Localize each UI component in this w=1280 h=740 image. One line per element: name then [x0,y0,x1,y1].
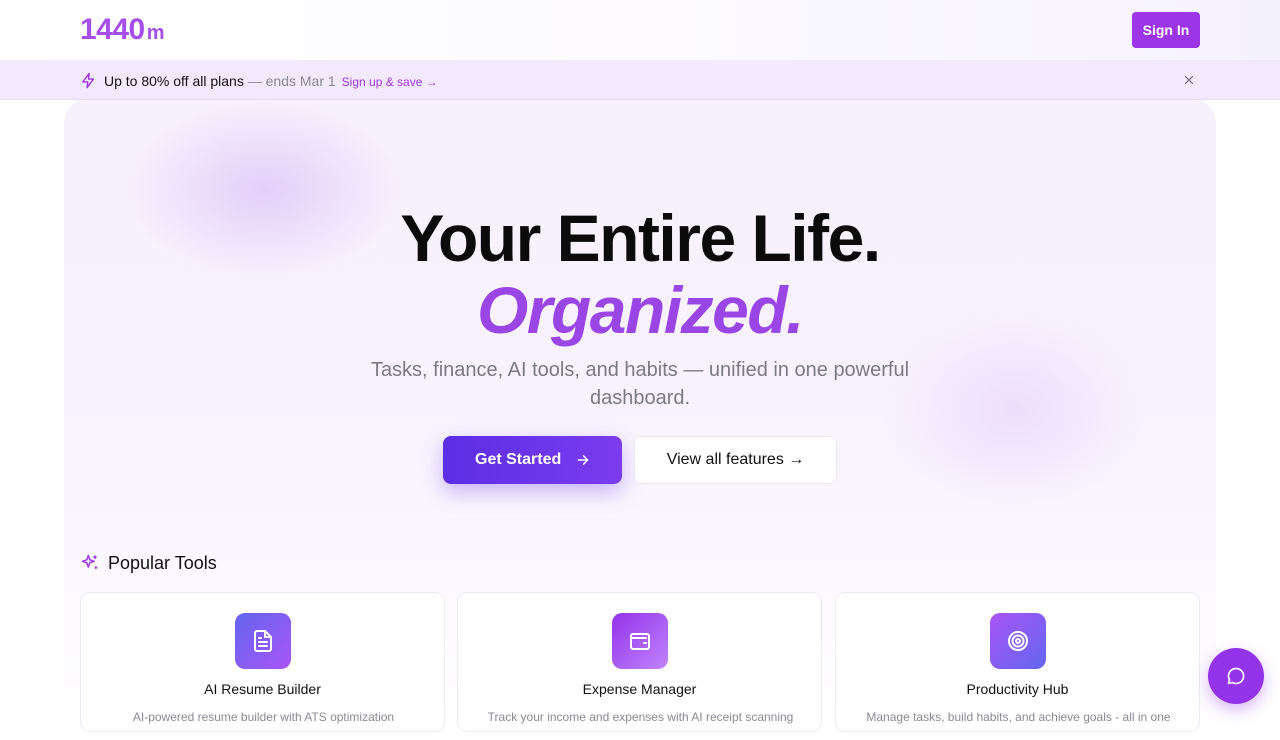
hero-subtitle: Tasks, finance, AI tools, and habits — u… [370,359,910,409]
promo-text: Up to 80% off all plans — ends Mar 1 Sign… [104,72,438,91]
arrow-right-icon [577,455,589,465]
logo-suffix: m [146,22,165,44]
chat-button[interactable] [1208,648,1264,704]
sign-in-button[interactable]: Sign In [1132,12,1200,48]
promo-muted-text: — ends Mar 1 [243,73,336,89]
top-navbar: 1440 m Sign In [0,0,1280,61]
hero-title: Your Entire Life. [400,201,881,275]
tool-card-description: Track your income and expenses with AI r… [487,710,794,724]
document-icon [235,613,291,669]
hero-title-accent: Organized. [476,273,805,347]
promo-signup-link[interactable]: Sign up & save → [342,75,438,89]
tool-card-resume-builder[interactable]: AI Resume Builder AI-powered resume buil… [80,592,445,732]
view-all-features-button[interactable]: View all features → [634,436,837,484]
lightning-icon [82,72,95,89]
get-started-label: Get Started [475,451,562,468]
logo-main: 1440 [80,13,145,46]
tool-card-title: Expense Manager [582,681,697,697]
promo-banner: Up to 80% off all plans — ends Mar 1 Sign… [0,61,1280,100]
tool-card-productivity-hub[interactable]: Productivity Hub Manage tasks, build hab… [835,592,1200,732]
tool-card-description: AI-powered resume builder with ATS optim… [132,710,395,724]
get-started-button[interactable]: Get Started [443,436,622,484]
target-icon [990,613,1046,669]
tool-card-title: Productivity Hub [966,681,1069,697]
tool-card-title: AI Resume Builder [204,681,321,697]
promo-bold-text: Up to 80% off all plans [104,73,244,89]
wallet-icon [612,613,668,669]
chat-bubble-icon [1227,667,1245,685]
logo[interactable]: 1440 m [80,12,165,51]
popular-tools-title: Popular Tools [108,553,217,573]
sparkle-icon [81,554,98,569]
tool-card-expense-manager[interactable]: Expense Manager Track your income and ex… [457,592,822,732]
close-icon[interactable] [1182,73,1196,87]
tool-card-description: Manage tasks, build habits, and achieve … [866,710,1171,724]
